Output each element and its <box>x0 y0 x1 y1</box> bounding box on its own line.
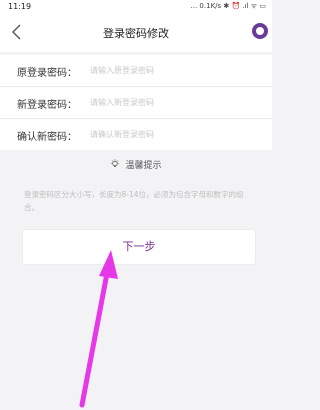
tips-header: 温馨提示 <box>0 158 272 171</box>
confirm-password-input[interactable] <box>90 125 260 143</box>
status-time: 11:19 <box>8 2 32 11</box>
status-indicators: ... 0.1K/s ✱ ⏰ .ıl ᯤ ▭ <box>190 2 266 10</box>
tips-text: 登录密码区分大小写，长度为8-14位，必须为包含字母和数字的组合。 <box>24 190 244 212</box>
tips-title: 温馨提示 <box>125 161 162 171</box>
avatar-icon[interactable] <box>252 23 268 39</box>
status-bar: 11:19 ... 0.1K/s ✱ ⏰ .ıl ᯤ ▭ <box>0 0 272 14</box>
old-password-input[interactable] <box>90 61 260 79</box>
nav-bar: 登录密码修改 <box>0 14 272 52</box>
confirm-password-label: 确认新密码： <box>17 132 77 143</box>
new-password-input[interactable] <box>90 93 260 111</box>
new-password-label: 新登录密码： <box>17 100 77 111</box>
password-form: 原登录密码： 新登录密码： 确认新密码： <box>0 55 272 150</box>
next-step-button[interactable]: 下一步 <box>22 229 256 265</box>
old-password-row: 原登录密码： <box>0 55 272 87</box>
old-password-label: 原登录密码： <box>17 68 77 79</box>
confirm-password-row: 确认新密码： <box>0 119 272 150</box>
page-title: 登录密码修改 <box>103 27 169 40</box>
new-password-row: 新登录密码： <box>0 87 272 119</box>
lightbulb-icon <box>111 159 120 167</box>
